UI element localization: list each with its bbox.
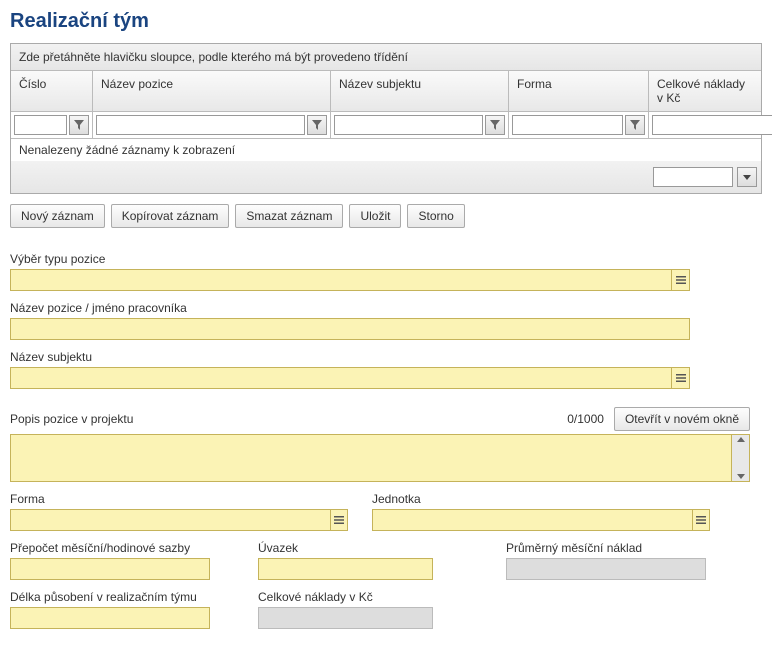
- grid-filter-row: [11, 112, 761, 139]
- new-record-button[interactable]: Nový záznam: [10, 204, 105, 228]
- filter-icon[interactable]: [485, 115, 505, 135]
- forma-input[interactable]: [10, 509, 331, 531]
- position-name-label: Název pozice / jméno pracovníka: [10, 301, 762, 315]
- list-picker-icon[interactable]: [693, 509, 710, 531]
- filter-input-position[interactable]: [96, 115, 305, 135]
- group-by-hint[interactable]: Zde přetáhněte hlavičku sloupce, podle k…: [11, 44, 761, 71]
- col-header-form[interactable]: Forma: [509, 71, 649, 111]
- position-type-label: Výběr typu pozice: [10, 252, 762, 266]
- filter-input-number[interactable]: [14, 115, 67, 135]
- col-header-total[interactable]: Celkové náklady v Kč: [649, 71, 761, 111]
- save-button[interactable]: Uložit: [349, 204, 401, 228]
- forma-label: Forma: [10, 492, 348, 506]
- copy-record-button[interactable]: Kopírovat záznam: [111, 204, 230, 228]
- workload-label: Úvazek: [258, 541, 482, 555]
- page-size-select[interactable]: [653, 167, 733, 187]
- grid-header-row: Číslo Název pozice Název subjektu Forma …: [11, 71, 761, 112]
- col-header-subject[interactable]: Název subjektu: [331, 71, 509, 111]
- grid-empty-message: Nenalezeny žádné záznamy k zobrazení: [11, 139, 761, 161]
- char-counter: 0/1000: [567, 412, 604, 426]
- description-label: Popis pozice v projektu: [10, 412, 557, 426]
- filter-icon[interactable]: [307, 115, 327, 135]
- open-in-new-window-button[interactable]: Otevřít v novém okně: [614, 407, 750, 431]
- list-picker-icon[interactable]: [672, 269, 690, 291]
- scroll-up-icon[interactable]: [737, 437, 745, 442]
- filter-icon[interactable]: [625, 115, 645, 135]
- textarea-scrollbar[interactable]: [732, 434, 750, 482]
- list-picker-icon[interactable]: [331, 509, 348, 531]
- delete-record-button[interactable]: Smazat záznam: [235, 204, 343, 228]
- filter-icon[interactable]: [69, 115, 89, 135]
- cancel-button[interactable]: Storno: [407, 204, 464, 228]
- subject-name-input[interactable]: [10, 367, 672, 389]
- avg-cost-input: [506, 558, 706, 580]
- description-textarea[interactable]: [10, 434, 732, 482]
- page-size-dropdown-button[interactable]: [737, 167, 757, 187]
- filter-input-subject[interactable]: [334, 115, 483, 135]
- filter-input-form[interactable]: [512, 115, 623, 135]
- grid-pager: [11, 161, 761, 193]
- workload-input[interactable]: [258, 558, 433, 580]
- toolbar: Nový záznam Kopírovat záznam Smazat zázn…: [10, 204, 762, 228]
- rate-input[interactable]: [10, 558, 210, 580]
- avg-cost-label: Průměrný měsíční náklad: [506, 541, 730, 555]
- scroll-down-icon[interactable]: [737, 474, 745, 479]
- unit-input[interactable]: [372, 509, 693, 531]
- list-picker-icon[interactable]: [672, 367, 690, 389]
- data-grid: Zde přetáhněte hlavičku sloupce, podle k…: [10, 43, 762, 194]
- filter-input-total[interactable]: [652, 115, 772, 135]
- total-cost-input: [258, 607, 433, 629]
- subject-name-label: Název subjektu: [10, 350, 762, 364]
- page-title: Realizační tým: [10, 10, 762, 33]
- duration-input[interactable]: [10, 607, 210, 629]
- col-header-number[interactable]: Číslo: [11, 71, 93, 111]
- col-header-position[interactable]: Název pozice: [93, 71, 331, 111]
- rate-label: Přepočet měsíční/hodinové sazby: [10, 541, 234, 555]
- position-name-input[interactable]: [10, 318, 690, 340]
- position-type-input[interactable]: [10, 269, 672, 291]
- unit-label: Jednotka: [372, 492, 710, 506]
